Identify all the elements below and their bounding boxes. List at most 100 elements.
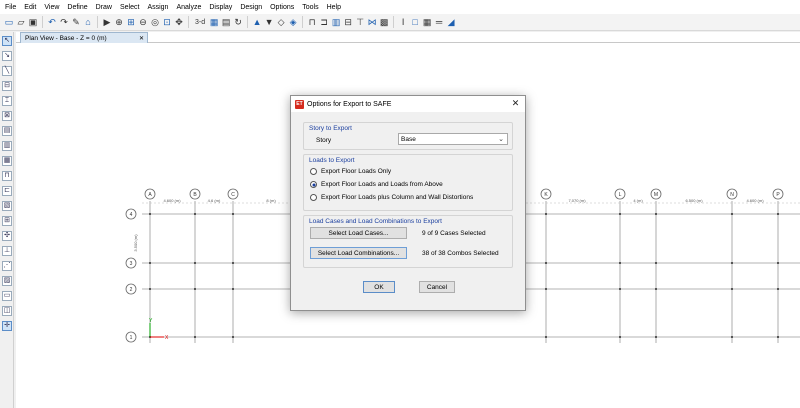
row-dimension-label: 3.500 (m) [133, 234, 138, 252]
menu-help[interactable]: Help [327, 4, 346, 11]
menu-analyze[interactable]: Analyze [176, 4, 206, 11]
zoom-window-icon[interactable]: ⊞ [126, 16, 136, 28]
ok-button[interactable]: OK [363, 281, 395, 293]
menu-define[interactable]: Define [67, 4, 92, 11]
save-icon[interactable]: ▣ [28, 16, 38, 28]
menu-view[interactable]: View [44, 4, 64, 11]
menu-options[interactable]: Options [270, 4, 299, 11]
joint-point [545, 288, 547, 290]
draw-slab-icon[interactable]: ▦ [2, 156, 12, 166]
select-pointer-icon[interactable]: ↖ [2, 36, 12, 46]
menu-design[interactable]: Design [240, 4, 267, 11]
menu-tools[interactable]: Tools [302, 4, 323, 11]
open-icon[interactable]: ▱ [16, 16, 26, 28]
cases-group-label: Load Cases and Load Combinations to Expo… [309, 218, 442, 225]
color-icon[interactable]: ◢ [446, 16, 456, 28]
section-cut-icon[interactable]: ⊓ [307, 16, 317, 28]
menu-edit[interactable]: Edit [24, 4, 41, 11]
radio-button[interactable] [310, 194, 317, 201]
draw-wall-icon[interactable]: ▤ [2, 126, 12, 136]
menu-display[interactable]: Display [209, 4, 237, 11]
view-3d-button[interactable]: 3-d [193, 19, 207, 26]
draw-area-icon[interactable]: ▧ [2, 201, 12, 211]
zoom-previous-icon[interactable]: ◎ [150, 16, 160, 28]
menu-bar: File Edit View Define Draw Select Assign Analyz… [0, 0, 800, 14]
joint-point [232, 213, 234, 215]
run-icon[interactable]: ▶ [102, 16, 112, 28]
draw-line-icon[interactable]: ╲ [2, 66, 12, 76]
story-up-icon[interactable]: ▲ [252, 16, 262, 28]
toolbar-separator [247, 16, 249, 28]
text-icon[interactable]: I [398, 16, 408, 28]
radio-floor-loads-plus-distortions[interactable]: Export Floor Loads plus Column and Wall … [310, 194, 473, 201]
cancel-button[interactable]: Cancel [419, 281, 455, 293]
export-to-safe-dialog: ET Options for Export to SAFE ✕ Story to… [290, 95, 526, 311]
draw-beam-icon[interactable]: ⊟ [2, 81, 12, 91]
dimension-label: 7.070 (m) [568, 198, 586, 203]
dimension-icon[interactable]: ⋰ [2, 261, 12, 271]
toolbar-separator [42, 16, 43, 28]
radio-button[interactable] [310, 181, 317, 188]
section-icon[interactable]: ◫ [2, 306, 12, 316]
radio-button[interactable] [310, 168, 317, 175]
dimension-label: 6.500 (m) [685, 198, 703, 203]
radio-floor-loads-only[interactable]: Export Floor Loads Only [310, 168, 391, 175]
pan-icon[interactable]: ✥ [174, 16, 184, 28]
story-down-icon[interactable]: ▼ [264, 16, 274, 28]
loads-group-label: Loads to Export [309, 157, 355, 164]
snap-icon[interactable]: ✣ [2, 231, 12, 241]
menu-file[interactable]: File [5, 4, 21, 11]
rotate-icon[interactable]: ↻ [233, 16, 243, 28]
lock-icon[interactable]: ⌂ [83, 16, 93, 28]
object-shrink-icon[interactable]: ◇ [276, 16, 286, 28]
draw-floor-icon[interactable]: ▨ [2, 276, 12, 286]
rect-icon[interactable]: □ [410, 16, 420, 28]
zoom-in-icon[interactable]: ⊕ [114, 16, 124, 28]
slab-icon[interactable]: ▩ [379, 16, 389, 28]
table-icon[interactable]: ▦ [422, 16, 432, 28]
joint-point [232, 336, 234, 338]
draw-brace-icon[interactable]: ⊠ [2, 111, 12, 121]
wall-icon[interactable]: ▥ [331, 16, 341, 28]
close-icon[interactable]: ✕ [510, 98, 521, 109]
menu-assign[interactable]: Assign [147, 4, 173, 11]
menu-select[interactable]: Select [120, 4, 144, 11]
tab-plan-view[interactable]: Plan View - Base - Z = 0 (m) ✕ [20, 32, 148, 43]
story-select[interactable]: Base ⌄ [398, 133, 508, 145]
snap-grid-icon[interactable]: ✛ [2, 321, 12, 331]
radio-floor-loads-and-above[interactable]: Export Floor Loads and Loads from Above [310, 181, 443, 188]
grid-bubble-label: 3 [130, 261, 133, 267]
zoom-fit-icon[interactable]: ⊡ [162, 16, 172, 28]
zoom-out-icon[interactable]: ⊖ [138, 16, 148, 28]
reshape-icon[interactable]: ↘ [2, 51, 12, 61]
brace-icon[interactable]: ⋈ [367, 16, 377, 28]
elevation-icon[interactable]: ▤ [221, 16, 231, 28]
frame-icon[interactable]: ⊐ [319, 16, 329, 28]
draw-link-icon[interactable]: ⊏ [2, 186, 12, 196]
select-load-cases-button[interactable]: Select Load Cases... [310, 227, 407, 239]
pencil-icon[interactable]: ✎ [71, 16, 81, 28]
toolbar-separator [97, 16, 98, 28]
joint-point [777, 336, 779, 338]
support-icon[interactable]: ⊥ [2, 246, 12, 256]
select-load-combinations-button[interactable]: Select Load Combinations... [310, 247, 407, 259]
quick-draw-icon[interactable]: ⊞ [2, 216, 12, 226]
column-icon[interactable]: ⊤ [355, 16, 365, 28]
joint-point [655, 262, 657, 264]
menu-draw[interactable]: Draw [96, 4, 117, 11]
display-options-icon[interactable]: ◈ [288, 16, 298, 28]
new-icon[interactable]: ▭ [4, 16, 14, 28]
plan-view-icon[interactable]: ▦ [209, 16, 219, 28]
draw-opening-icon[interactable]: ▥ [2, 141, 12, 151]
redo-icon[interactable]: ↷ [59, 16, 69, 28]
close-tab-icon[interactable]: ✕ [139, 35, 144, 42]
draw-column-icon[interactable]: ⌶ [2, 96, 12, 106]
joint-point [545, 262, 547, 264]
rectangle-icon[interactable]: ▭ [2, 291, 12, 301]
toolbar-separator [302, 16, 304, 28]
undo-icon[interactable]: ↶ [47, 16, 57, 28]
draw-wall-stack-icon[interactable]: ⊓ [2, 171, 12, 181]
line-style-icon[interactable]: ═ [434, 16, 444, 28]
beam-icon[interactable]: ⊟ [343, 16, 353, 28]
view-tab-bar: Plan View - Base - Z = 0 (m) ✕ [16, 32, 800, 43]
